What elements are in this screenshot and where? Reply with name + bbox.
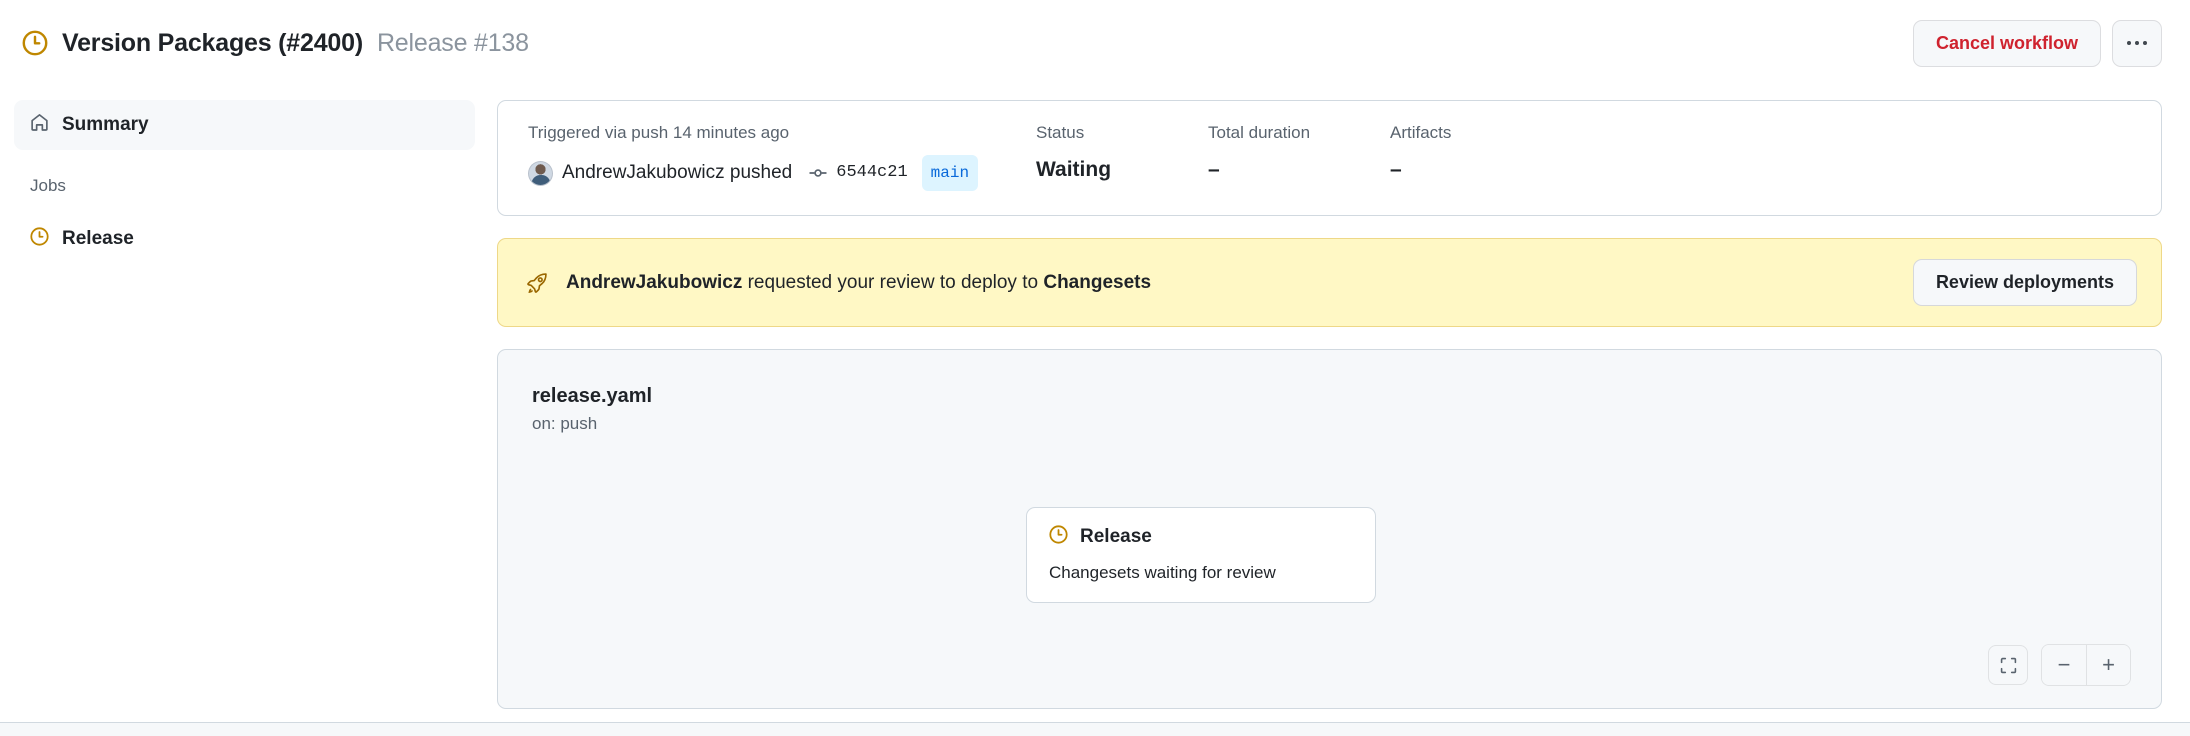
trigger-column: Triggered via push 14 minutes ago Andrew… — [528, 123, 1036, 191]
clock-icon — [1049, 525, 1068, 549]
trigger-label: Triggered via push 14 minutes ago — [528, 123, 790, 142]
rocket-icon — [526, 272, 548, 294]
job-node-title: Release — [1080, 526, 1152, 547]
main-content: Triggered via push 14 minutes ago Andrew… — [497, 86, 2162, 709]
page-subtitle: Release #138 — [376, 28, 529, 57]
artifacts-column: Artifacts – — [1390, 123, 1451, 185]
branch-badge[interactable]: main — [921, 155, 979, 191]
git-commit-icon — [801, 164, 827, 182]
banner-actor: AndrewJakubowicz — [566, 271, 743, 293]
duration-column: Total duration – — [1208, 123, 1390, 185]
job-node-header: Release — [1049, 525, 1353, 549]
workflow-job-node[interactable]: Release Changesets waiting for review — [1026, 507, 1376, 603]
sidebar-item-release-label: Release — [62, 228, 134, 249]
clock-icon — [22, 30, 48, 56]
sidebar-section-jobs: Jobs — [30, 176, 66, 195]
duration-label: Total duration — [1208, 123, 1311, 142]
graph-zoom-controls: − + — [1988, 644, 2131, 686]
status-label: Status — [1036, 123, 1085, 142]
cancel-workflow-button[interactable]: Cancel workflow — [1912, 19, 2101, 67]
commit-sha[interactable]: 6544c21 — [836, 158, 907, 188]
kebab-dot — [2127, 41, 2131, 45]
job-node-subtitle: Changesets waiting for review — [1049, 563, 1276, 582]
home-icon — [30, 113, 49, 138]
avatar — [528, 160, 553, 186]
sidebar-item-summary-label: Summary — [62, 114, 149, 135]
review-deployments-button[interactable]: Review deployments — [1912, 259, 2137, 306]
sidebar-item-release[interactable]: Release — [14, 214, 475, 264]
fit-screen-icon[interactable] — [1988, 645, 2028, 685]
header-actions: Cancel workflow — [1912, 19, 2162, 67]
kebab-dot — [2143, 41, 2147, 45]
page-title: Version Packages (#2400) — [62, 28, 363, 57]
workflow-file-name: release.yaml — [532, 385, 653, 407]
status-column: Status Waiting — [1036, 123, 1208, 185]
run-summary-card: Triggered via push 14 minutes ago Andrew… — [497, 100, 2162, 216]
duration-value: – — [1208, 158, 1220, 181]
banner-message-middle: requested your review to deploy to — [742, 271, 1044, 293]
artifacts-value: – — [1390, 158, 1402, 181]
zoom-out-button[interactable]: − — [2042, 645, 2086, 685]
sidebar: Summary Jobs Release — [0, 86, 497, 264]
zoom-button-group: − + — [2041, 644, 2131, 686]
workflow-graph-panel: release.yaml on: push Release Changesets… — [497, 349, 2162, 709]
status-value: Waiting — [1036, 158, 1112, 181]
sidebar-item-summary[interactable]: Summary — [14, 100, 475, 150]
workflow-trigger-event: on: push — [532, 414, 598, 433]
kebab-dot — [2135, 41, 2139, 45]
banner-environment: Changesets — [1043, 271, 1152, 293]
trigger-actor-line: AndrewJakubowicz pushed 6544c21 main — [528, 155, 1036, 191]
zoom-in-button[interactable]: + — [2086, 645, 2130, 685]
header-left: Version Packages (#2400) Release #138 — [22, 29, 1913, 58]
actor-name[interactable]: AndrewJakubowicz pushed — [562, 158, 792, 188]
page-header: Version Packages (#2400) Release #138 Ca… — [0, 0, 2190, 86]
artifacts-label: Artifacts — [1390, 123, 1452, 142]
banner-message: AndrewJakubowicz requested your review t… — [566, 270, 1895, 296]
kebab-horizontal-icon[interactable] — [2112, 19, 2162, 67]
page-footer-divider — [0, 722, 2190, 736]
review-deployment-banner: AndrewJakubowicz requested your review t… — [497, 238, 2162, 327]
page-body: Summary Jobs Release Triggered via push … — [0, 86, 2190, 716]
clock-icon — [30, 226, 49, 252]
